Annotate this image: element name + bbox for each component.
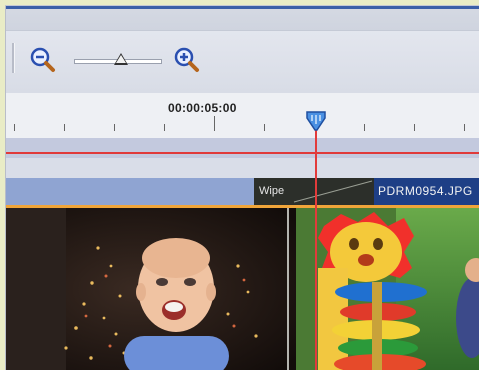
toolbar-separator [12, 43, 15, 73]
clip-thumbnail-strip[interactable] [6, 208, 479, 370]
playhead-marker-icon [306, 111, 326, 131]
video-editor-window: 00:00:05:00 Wipe PDRM0954.JPG [5, 5, 479, 370]
window-accent-line [6, 6, 479, 9]
playhead-handle[interactable] [304, 110, 328, 132]
time-ruler[interactable]: 00:00:05:00 [6, 93, 479, 138]
ruler-tick [464, 124, 465, 131]
ruler-tick [164, 124, 165, 131]
clip-label: PDRM0954.JPG [378, 184, 473, 198]
ruler-tick [64, 124, 65, 131]
ruler-timecode: 00:00:05:00 [168, 101, 237, 115]
zoom-in-button[interactable] [172, 45, 202, 75]
timeline-clip[interactable]: PDRM0954.JPG [374, 178, 479, 205]
wipe-transition[interactable]: Wipe [254, 178, 374, 205]
title-strip [6, 6, 479, 31]
timeline-toolbar [6, 31, 479, 93]
ruler-tick [114, 124, 115, 131]
zoom-slider-thumb[interactable] [114, 53, 128, 65]
ruler-tick [364, 124, 365, 131]
render-bar [6, 152, 479, 154]
playhead-line [315, 116, 317, 370]
zoom-in-icon [174, 47, 199, 72]
zoom-out-button[interactable] [28, 45, 58, 75]
zoom-out-icon [30, 47, 55, 72]
ruler-band [6, 138, 479, 158]
zoom-slider[interactable] [74, 53, 162, 65]
transition-diagonal-icon [293, 180, 373, 203]
ruler-tick [264, 124, 265, 131]
clip-thumbnail-image [6, 208, 479, 370]
ruler-tick [14, 124, 15, 131]
screenshot-frame: 00:00:05:00 Wipe PDRM0954.JPG [0, 0, 479, 370]
track-gap [6, 158, 479, 178]
ruler-major-tick [214, 116, 215, 131]
ruler-tick [414, 124, 415, 131]
